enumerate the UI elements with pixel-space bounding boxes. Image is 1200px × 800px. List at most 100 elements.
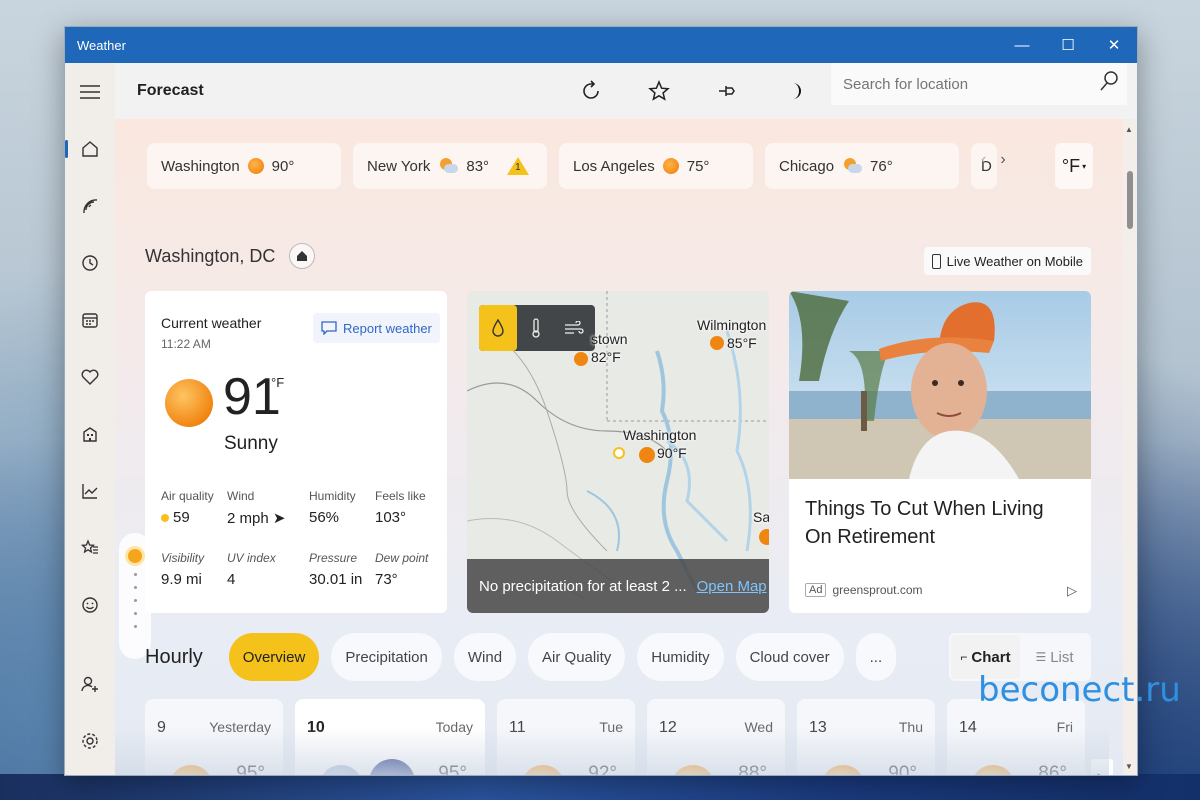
ad-badge: Ad	[805, 583, 827, 597]
city-chip-new-york[interactable]: New York 83° 1	[353, 143, 547, 189]
app-bar: Forecast	[115, 63, 1137, 119]
map-city-temp: 85°F	[727, 335, 757, 351]
metric-feels-like[interactable]: Feels like 103°	[375, 489, 426, 526]
metric-uv-index[interactable]: UV index 4	[227, 551, 276, 588]
precipitation-drop-icon[interactable]	[479, 305, 517, 351]
tab-cloud-cover[interactable]: Cloud cover	[735, 633, 844, 681]
city-chip-chicago[interactable]: Chicago 76°	[765, 143, 959, 189]
hourly-title: Hourly	[145, 645, 203, 668]
day-high-temp: 95°	[438, 763, 467, 775]
weather-map-card[interactable]: stown 82°F Wilmington 85°F Washington 90…	[467, 291, 769, 613]
nav-trends-chart-icon[interactable]	[65, 462, 115, 519]
city-chip-washington[interactable]: Washington 90°	[147, 143, 341, 189]
live-weather-mobile-button[interactable]: Live Weather on Mobile	[923, 247, 1091, 275]
section-dot[interactable]	[133, 599, 137, 602]
city-name: Los Angeles	[573, 157, 655, 175]
map-city-label: stown	[591, 331, 628, 347]
map-city-label: Sa	[753, 509, 769, 525]
daily-forecast-strip: 9 Yesterday 95° 10 Today 95° 11 Tue 92°	[145, 699, 1085, 775]
temperature-unit: °F	[271, 375, 285, 390]
nav-forecast-home-icon[interactable]	[65, 120, 115, 177]
weather-alert-warning-icon[interactable]: 1	[507, 157, 530, 175]
nav-history-clock-icon[interactable]	[65, 234, 115, 291]
refresh-icon[interactable]	[557, 71, 625, 111]
weather-window: Weather — ☐ ✕ Forecast Search for locati…	[64, 26, 1138, 776]
tab-humidity[interactable]: Humidity	[637, 633, 724, 681]
section-dot[interactable]	[133, 612, 137, 615]
location-name: Washington, DC	[145, 245, 276, 266]
tab-wind[interactable]: Wind	[453, 633, 517, 681]
scroll-up-arrow-icon[interactable]: ▲	[1125, 125, 1133, 134]
day-card[interactable]: 9 Yesterday 95°	[145, 699, 283, 775]
nav-favorites-star-icon[interactable]	[65, 519, 115, 576]
nav-feedback-smile-icon[interactable]	[65, 576, 115, 633]
ad-source[interactable]: greensprout.com	[832, 583, 922, 597]
window-title: Weather	[77, 37, 126, 53]
caret-down-icon: ▾	[1082, 161, 1087, 171]
section-dot[interactable]	[133, 573, 137, 576]
metric-dew-point[interactable]: Dew point 73°	[375, 551, 428, 588]
chevron-left-icon[interactable]: ‹	[981, 151, 986, 169]
open-map-link[interactable]: Open Map	[697, 578, 767, 595]
hamburger-menu-icon[interactable]	[65, 63, 115, 120]
metric-wind[interactable]: Wind 2 mph ➤	[227, 489, 285, 527]
tab-more[interactable]: ...	[855, 633, 897, 681]
tab-air-quality[interactable]: Air Quality	[528, 633, 626, 681]
title-bar: Weather — ☐ ✕	[65, 27, 1137, 63]
days-next-arrow-icon[interactable]: ▶	[1091, 759, 1113, 775]
favorite-star-icon[interactable]	[625, 71, 693, 111]
maximize-button[interactable]: ☐	[1045, 27, 1091, 63]
nav-building-icon[interactable]	[65, 405, 115, 462]
close-button[interactable]: ✕	[1091, 27, 1137, 63]
city-chip-los-angeles[interactable]: Los Angeles 75°	[559, 143, 753, 189]
ad-choices-play-icon[interactable]: ▷	[1067, 583, 1077, 599]
report-weather-label: Report weather	[343, 320, 432, 336]
current-weather-card: Current weather 11:22 AM Report weather …	[145, 291, 447, 613]
ad-card[interactable]: Things To Cut When Living On Retirement …	[789, 291, 1091, 613]
section-dot[interactable]	[133, 625, 137, 628]
dark-mode-moon-icon[interactable]	[761, 71, 829, 111]
wind-icon[interactable]	[555, 305, 593, 351]
day-card[interactable]: 11 Tue 92°	[497, 699, 635, 775]
metric-humidity[interactable]: Humidity 56%	[309, 489, 356, 526]
search-input[interactable]	[843, 75, 1091, 93]
metric-pressure[interactable]: Pressure 30.01 in	[309, 551, 362, 588]
phone-icon	[931, 253, 941, 269]
metric-air-quality[interactable]: Air quality 59	[161, 489, 214, 526]
live-weather-label: Live Weather on Mobile	[946, 253, 1083, 269]
day-high-temp: 92°	[588, 763, 617, 775]
ad-headline[interactable]: Things To Cut When Living On Retirement	[805, 495, 1075, 551]
current-condition: Sunny	[224, 433, 278, 454]
scrollbar-thumb[interactable]	[1127, 171, 1133, 229]
pin-icon[interactable]	[693, 71, 761, 111]
day-card[interactable]: 12 Wed 88°	[647, 699, 785, 775]
nav-rail	[65, 63, 115, 775]
chevron-right-icon[interactable]: ›	[1000, 151, 1005, 169]
search-icon[interactable]	[1091, 70, 1127, 98]
metric-visibility[interactable]: Visibility 9.9 mi	[161, 551, 204, 588]
day-card[interactable]: 13 Thu 90°	[797, 699, 935, 775]
ad-photo-image	[789, 291, 1091, 479]
temperature-unit-dropdown[interactable]: °F ▾	[1055, 143, 1093, 189]
day-label: Fri	[1056, 719, 1073, 735]
tab-precipitation[interactable]: Precipitation	[331, 633, 442, 681]
nav-life-heart-icon[interactable]	[65, 348, 115, 405]
tab-overview[interactable]: Overview	[228, 633, 320, 681]
temperature-thermometer-icon[interactable]	[517, 305, 555, 351]
scroll-down-arrow-icon[interactable]: ▼	[1125, 762, 1133, 771]
set-home-icon[interactable]	[289, 243, 316, 269]
map-city-label: Washington	[623, 427, 697, 443]
section-dot[interactable]	[133, 586, 137, 589]
sun-icon	[662, 158, 679, 174]
day-card-today[interactable]: 10 Today 95°	[295, 699, 485, 775]
nav-radar-icon[interactable]	[65, 177, 115, 234]
sun-section-icon[interactable]	[128, 549, 142, 563]
settings-gear-icon[interactable]	[65, 712, 115, 769]
minimize-button[interactable]: —	[999, 27, 1045, 63]
page-title: Forecast	[137, 82, 204, 99]
nav-calendar-icon[interactable]	[65, 291, 115, 348]
account-add-user-icon[interactable]	[65, 655, 115, 712]
partly-sunny-icon	[319, 765, 363, 775]
day-card[interactable]: 14 Fri 86°	[947, 699, 1085, 775]
report-weather-button[interactable]: Report weather	[313, 313, 440, 343]
